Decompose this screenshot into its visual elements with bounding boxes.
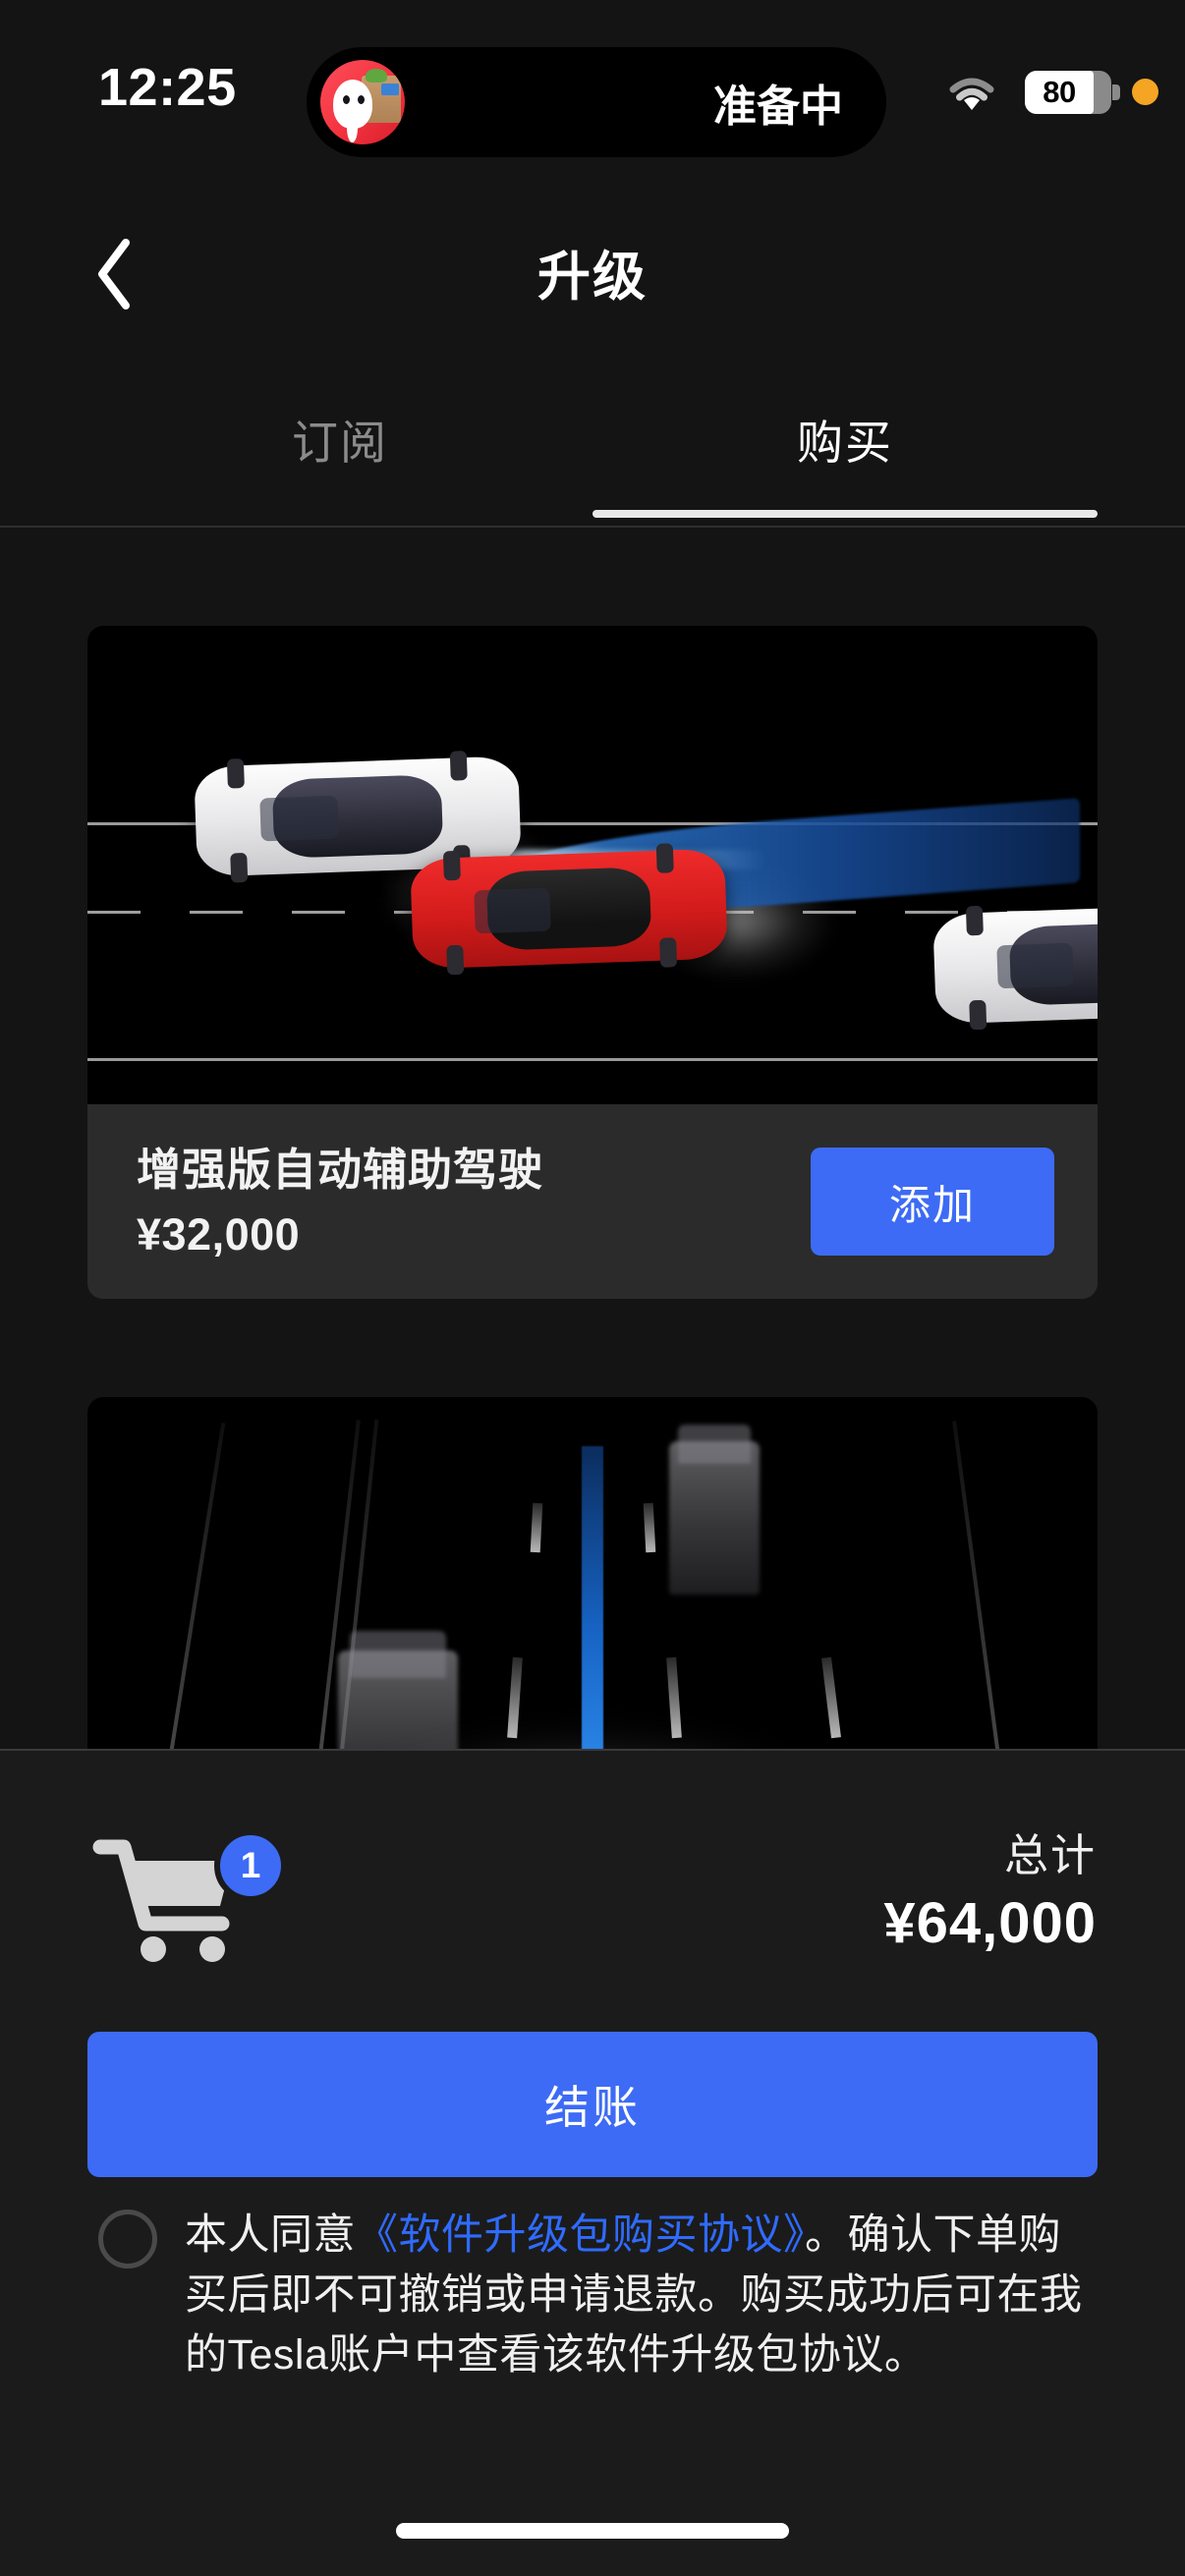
checkout-button[interactable]: 结账 <box>87 2032 1098 2177</box>
lane-line-bottom <box>87 1058 1098 1061</box>
dynamic-island-status-text: 准备中 <box>713 83 843 131</box>
bird-eye-right-icon <box>358 95 365 104</box>
home-indicator[interactable] <box>396 2523 789 2539</box>
tab-bar: 订阅 购买 <box>0 383 1185 526</box>
battery-nub-icon <box>1112 84 1120 100</box>
tab-purchase-label: 购买 <box>797 417 893 469</box>
car-wheel <box>655 843 674 873</box>
status-bar: 12:25 准备中 80 <box>0 0 1185 157</box>
car-windshield <box>259 795 339 842</box>
battery-percent-label: 80 <box>1043 75 1076 109</box>
product-card-enhanced-autopilot[interactable]: 增强版自动辅助驾驶 ¥32,000 添加 <box>87 626 1098 1299</box>
bird-icon <box>333 80 372 142</box>
cart-summary-row: 1 总计 ¥64,000 <box>0 1820 1185 1977</box>
road-edge-left-outer <box>141 1423 226 1749</box>
lane-dash-far-left <box>530 1502 543 1553</box>
agreement-link[interactable]: 《软件升级包购买协议》 <box>356 2212 805 2259</box>
agreement-row: 本人同意《软件升级包购买协议》。确认下单购买后即不可撤销或申请退款。购买成功后可… <box>98 2206 1100 2385</box>
car-wheel <box>449 751 468 781</box>
total-amount: ¥64,000 <box>883 1891 1097 1955</box>
delivery-app-avatar-icon <box>320 60 405 144</box>
page-title: 升级 <box>537 248 648 307</box>
agreement-text: 本人同意《软件升级包购买协议》。确认下单购买后即不可撤销或申请退款。购买成功后可… <box>185 2206 1089 2385</box>
shopping-cart-icon <box>88 1839 265 1971</box>
detected-vehicle-left <box>338 1630 458 1749</box>
car-wheel <box>446 944 465 976</box>
car-windshield <box>474 887 551 934</box>
car-wheel <box>659 937 678 968</box>
card-icon <box>381 84 399 95</box>
car-wheel <box>230 852 249 883</box>
phone-screen: 12:25 准备中 80 升级 订阅 购买 增强版自动辅助驾驶 ¥32,000 … <box>0 0 1185 2576</box>
lane-dash-near-right <box>666 1656 682 1739</box>
navigation-bar: 升级 <box>0 201 1185 349</box>
car-wheel <box>969 999 988 1031</box>
status-bar-clock: 12:25 <box>98 58 237 117</box>
agreement-checkbox[interactable] <box>98 2210 157 2268</box>
orange-privacy-dot-icon <box>1132 79 1158 105</box>
product-media-lane-change-illustration <box>87 626 1098 1104</box>
wifi-icon <box>945 73 998 112</box>
bird-eye-left-icon <box>343 95 350 104</box>
car-wheel <box>965 905 984 936</box>
car-red-ego-vehicle <box>410 843 728 976</box>
product-list[interactable]: 增强版自动辅助驾驶 ¥32,000 添加 <box>0 528 1185 1749</box>
detected-vehicle-right <box>669 1424 760 1595</box>
product-text-block: 增强版自动辅助驾驶 ¥32,000 <box>137 1143 811 1260</box>
tab-subscribe-label: 订阅 <box>292 417 388 469</box>
battery-indicator: 80 <box>1025 71 1120 114</box>
total-label: 总计 <box>1003 1830 1097 1880</box>
road-edge-right <box>952 1421 1023 1749</box>
agreement-text-before-link: 本人同意 <box>185 2212 356 2259</box>
lane-dash-far-right <box>643 1502 656 1553</box>
lane-dash-near-left <box>507 1656 523 1739</box>
car-wheel <box>226 758 245 789</box>
tab-purchase[interactable]: 购买 <box>592 383 1098 526</box>
product-name: 增强版自动辅助驾驶 <box>137 1144 544 1195</box>
product-card-full-self-driving[interactable] <box>87 1397 1098 1749</box>
fsd-guidance-path <box>582 1446 603 1749</box>
car-wheel <box>442 850 461 881</box>
tab-active-underline <box>592 510 1098 518</box>
car-windshield <box>996 942 1074 989</box>
product-info-row: 增强版自动辅助驾驶 ¥32,000 添加 <box>87 1104 1098 1299</box>
lane-dash-far-right-outer <box>821 1656 841 1739</box>
car-white-target-lane <box>932 903 1098 1031</box>
dynamic-island[interactable]: 准备中 <box>307 47 886 157</box>
cart-button[interactable]: 1 <box>88 1829 287 1967</box>
product-media-fsd-visualization <box>87 1397 1098 1749</box>
product-price: ¥32,000 <box>137 1209 301 1260</box>
tab-subscribe[interactable]: 订阅 <box>87 383 592 526</box>
add-to-cart-button[interactable]: 添加 <box>811 1148 1054 1256</box>
cart-badge-count: 1 <box>214 1829 287 1902</box>
